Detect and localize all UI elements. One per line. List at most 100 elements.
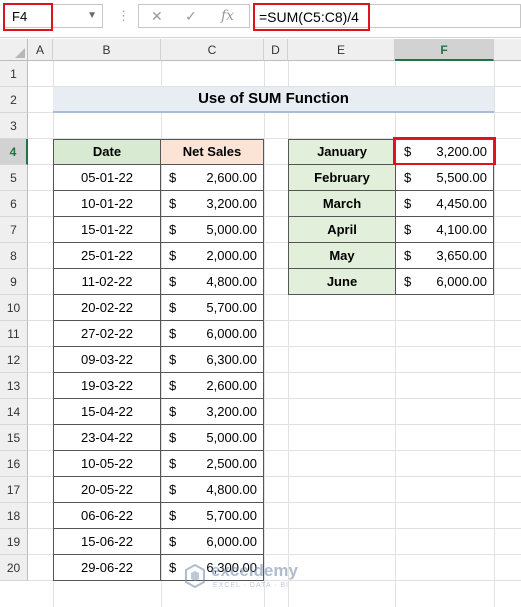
net-sales-cell[interactable]: $4,800.00: [160, 476, 264, 503]
header-date[interactable]: Date: [53, 139, 161, 165]
date-cell[interactable]: 10-05-22: [53, 450, 161, 477]
amount-value: 4,800.00: [206, 482, 257, 497]
date-cell[interactable]: 19-03-22: [53, 372, 161, 399]
row-header-1[interactable]: 1: [0, 61, 28, 87]
currency-symbol: $: [169, 430, 177, 445]
row-header-6[interactable]: 6: [0, 191, 28, 217]
logo-icon: [185, 563, 205, 589]
net-sales-cell[interactable]: $5,700.00: [160, 294, 264, 321]
more-options-icon[interactable]: ⋮: [117, 8, 130, 24]
row-header-9[interactable]: 9: [0, 269, 28, 295]
currency-symbol: $: [404, 274, 412, 289]
month-cell[interactable]: June: [288, 268, 396, 295]
currency-symbol: $: [169, 508, 177, 523]
average-cell[interactable]: $5,500.00: [395, 164, 494, 191]
month-cell[interactable]: January: [288, 139, 396, 165]
row-header-11[interactable]: 11: [0, 321, 28, 347]
date-cell[interactable]: 29-06-22: [53, 554, 161, 581]
date-cell[interactable]: 09-03-22: [53, 346, 161, 373]
net-sales-cell[interactable]: $2,600.00: [160, 164, 264, 191]
row-header-13[interactable]: 13: [0, 373, 28, 399]
currency-symbol: $: [169, 560, 177, 575]
net-sales-cell[interactable]: $5,700.00: [160, 502, 264, 529]
row-header-16[interactable]: 16: [0, 451, 28, 477]
month-cell[interactable]: March: [288, 190, 396, 217]
row-header-15[interactable]: 15: [0, 425, 28, 451]
date-cell[interactable]: 20-05-22: [53, 476, 161, 503]
row-header-7[interactable]: 7: [0, 217, 28, 243]
net-sales-cell[interactable]: $2,500.00: [160, 450, 264, 477]
date-cell[interactable]: 23-04-22: [53, 424, 161, 451]
select-all-button[interactable]: [0, 39, 28, 61]
row-header-3[interactable]: 3: [0, 113, 28, 139]
net-sales-cell[interactable]: $6,000.00: [160, 528, 264, 555]
column-header-c[interactable]: C: [161, 39, 264, 61]
net-sales-cell[interactable]: $6,000.00: [160, 320, 264, 347]
column-header-e[interactable]: E: [288, 39, 395, 61]
column-header-f[interactable]: F: [395, 39, 494, 61]
date-cell[interactable]: 15-06-22: [53, 528, 161, 555]
row-header-4[interactable]: 4: [0, 139, 28, 165]
currency-symbol: $: [169, 222, 177, 237]
net-sales-cell[interactable]: $5,000.00: [160, 216, 264, 243]
date-cell[interactable]: 15-04-22: [53, 398, 161, 425]
net-sales-cell[interactable]: $6,300.00: [160, 346, 264, 373]
average-cell[interactable]: $4,450.00: [395, 190, 494, 217]
month-cell[interactable]: February: [288, 164, 396, 191]
row-header-12[interactable]: 12: [0, 347, 28, 373]
currency-symbol: $: [404, 196, 412, 211]
enter-icon[interactable]: ✓: [185, 8, 197, 25]
average-cell[interactable]: $4,100.00: [395, 216, 494, 243]
chevron-down-icon[interactable]: ▼: [87, 10, 97, 21]
currency-symbol: $: [404, 222, 412, 237]
amount-value: 4,800.00: [206, 274, 257, 289]
row-header-10[interactable]: 10: [0, 295, 28, 321]
row-header-20[interactable]: 20: [0, 555, 28, 581]
net-sales-cell[interactable]: $5,000.00: [160, 424, 264, 451]
net-sales-cell[interactable]: $4,800.00: [160, 268, 264, 295]
date-cell[interactable]: 15-01-22: [53, 216, 161, 243]
column-header-b[interactable]: B: [53, 39, 161, 61]
amount-value: 5,700.00: [206, 508, 257, 523]
net-sales-cell[interactable]: $3,200.00: [160, 190, 264, 217]
insert-function-icon[interactable]: fx: [221, 8, 234, 24]
row-header-5[interactable]: 5: [0, 165, 28, 191]
amount-value: 2,500.00: [206, 456, 257, 471]
row-header-19[interactable]: 19: [0, 529, 28, 555]
month-cell[interactable]: April: [288, 216, 396, 243]
date-cell[interactable]: 10-01-22: [53, 190, 161, 217]
net-sales-cell[interactable]: $2,000.00: [160, 242, 264, 269]
sheet-title[interactable]: Use of SUM Function: [53, 87, 494, 113]
row-header-14[interactable]: 14: [0, 399, 28, 425]
row-header-8[interactable]: 8: [0, 243, 28, 269]
date-cell[interactable]: 25-01-22: [53, 242, 161, 269]
formula-buttons: ✕ ✓ fx: [138, 4, 250, 28]
cancel-icon[interactable]: ✕: [151, 8, 163, 25]
column-header-a[interactable]: A: [28, 39, 53, 61]
row-header-17[interactable]: 17: [0, 477, 28, 503]
average-cell[interactable]: $6,000.00: [395, 268, 494, 295]
exceldemy-watermark: exceldemy EXCEL · DATA · BI: [183, 560, 333, 596]
date-cell[interactable]: 20-02-22: [53, 294, 161, 321]
net-sales-cell[interactable]: $2,600.00: [160, 372, 264, 399]
net-sales-cell[interactable]: $3,200.00: [160, 398, 264, 425]
amount-value: 6,000.00: [436, 274, 487, 289]
currency-symbol: $: [169, 274, 177, 289]
amount-value: 5,700.00: [206, 300, 257, 315]
amount-value: 2,000.00: [206, 248, 257, 263]
name-box-highlight: [3, 3, 53, 31]
month-cell[interactable]: May: [288, 242, 396, 269]
amount-value: 3,200.00: [206, 404, 257, 419]
header-net-sales[interactable]: Net Sales: [160, 139, 264, 165]
column-header-d[interactable]: D: [264, 39, 288, 61]
currency-symbol: $: [404, 170, 412, 185]
date-cell[interactable]: 11-02-22: [53, 268, 161, 295]
average-cell[interactable]: $3,650.00: [395, 242, 494, 269]
row-header-2[interactable]: 2: [0, 87, 28, 113]
row-header-18[interactable]: 18: [0, 503, 28, 529]
amount-value: 6,000.00: [206, 534, 257, 549]
amount-value: 5,000.00: [206, 222, 257, 237]
date-cell[interactable]: 27-02-22: [53, 320, 161, 347]
date-cell[interactable]: 06-06-22: [53, 502, 161, 529]
date-cell[interactable]: 05-01-22: [53, 164, 161, 191]
